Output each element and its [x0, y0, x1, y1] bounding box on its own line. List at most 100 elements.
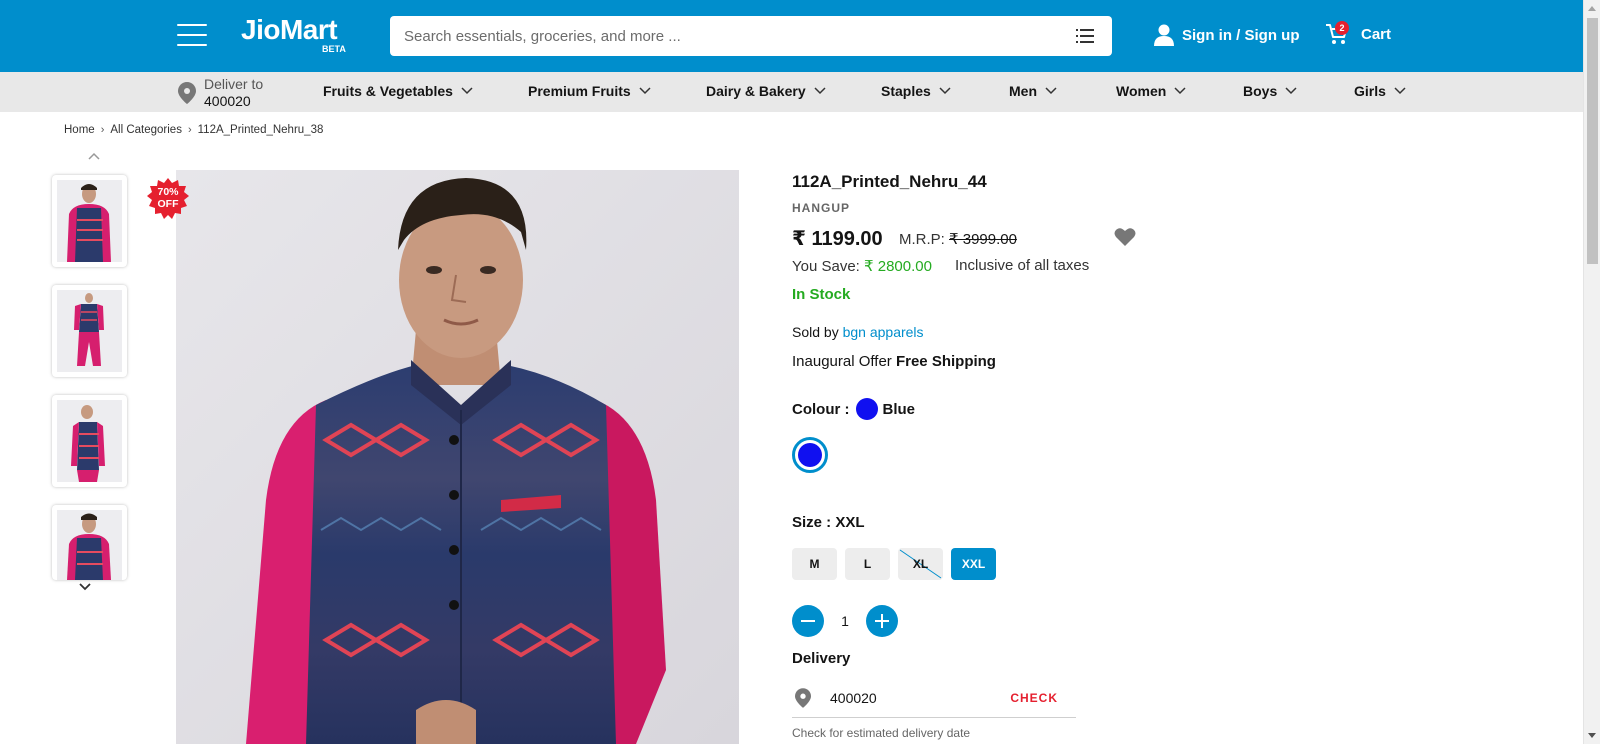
- scroll-up-arrow-icon[interactable]: [1588, 6, 1596, 11]
- nav-girls[interactable]: Girls: [1354, 83, 1406, 99]
- model-wearing-nehru-jacket-image: [176, 170, 739, 744]
- breadcrumb-current: 112A_Printed_Nehru_38: [197, 124, 324, 136]
- cart-button[interactable]: 2 Cart: [1325, 21, 1392, 46]
- nav-women[interactable]: Women: [1116, 83, 1186, 99]
- you-save-value: ₹ 2800.00: [864, 258, 932, 275]
- discount-badge: 70% OFF: [147, 178, 189, 220]
- size-option-xxl-selected[interactable]: XXL: [951, 548, 996, 580]
- location-pin-icon: [795, 688, 811, 708]
- product-thumbnail-1[interactable]: [52, 175, 127, 267]
- thumbnail-scroll-down-icon[interactable]: [79, 583, 91, 591]
- product-title: 112A_Printed_Nehru_44: [792, 172, 987, 191]
- stock-status: In Stock: [792, 286, 851, 303]
- offer-label: Inaugural Offer: [792, 353, 892, 370]
- list-icon[interactable]: [1076, 29, 1094, 43]
- colour-dot: [855, 398, 878, 420]
- chevron-down-icon: [461, 87, 473, 95]
- breadcrumb-all-categories[interactable]: All Categories: [110, 124, 182, 136]
- search-input[interactable]: [404, 16, 1044, 56]
- delivery-estimate-note: Check for estimated delivery date: [792, 726, 971, 740]
- check-pincode-button[interactable]: CHECK: [1010, 691, 1058, 705]
- size-label: Size : XXL: [792, 514, 865, 531]
- minus-icon: [801, 620, 815, 622]
- seller-link[interactable]: bgn apparels: [843, 324, 924, 340]
- cart-label: Cart: [1361, 25, 1392, 43]
- quantity-value: 1: [841, 613, 849, 629]
- model-thumbnail-image: [57, 180, 122, 262]
- thumbnail-scroll-up-icon[interactable]: [88, 152, 100, 160]
- top-header: JioMart BETA Sign in / Sign up 2 Cart: [0, 0, 1583, 72]
- nav-fruits-vegetables[interactable]: Fruits & Vegetables: [323, 83, 473, 99]
- breadcrumb-home[interactable]: Home: [64, 124, 95, 136]
- chevron-down-icon: [1285, 87, 1297, 95]
- mrp-label: M.R.P:: [899, 231, 945, 248]
- nav-label: Dairy & Bakery: [706, 83, 806, 99]
- hamburger-menu-icon[interactable]: [177, 24, 207, 46]
- sold-by: Sold by bgn apparels: [792, 324, 924, 340]
- product-price: ₹ 1199.00: [792, 228, 883, 250]
- offer-value: Free Shipping: [895, 353, 996, 370]
- chevron-down-icon: [1045, 87, 1057, 95]
- model-thumbnail-image: [57, 400, 122, 482]
- product-main-image[interactable]: [176, 170, 739, 744]
- mrp-value: ₹ 3999.00: [949, 231, 1017, 248]
- logo-beta-badge: BETA: [322, 44, 346, 54]
- colour-label: Colour :: [792, 400, 850, 418]
- search-box: [390, 16, 1112, 56]
- chevron-down-icon: [639, 87, 651, 95]
- nav-label: Men: [1009, 83, 1037, 99]
- you-save: You Save: ₹ 2800.00: [792, 257, 932, 275]
- colour-swatch-blue[interactable]: [792, 437, 828, 473]
- chevron-down-icon: [814, 87, 826, 95]
- sold-by-label: Sold by: [792, 324, 839, 340]
- size-option-m[interactable]: M: [792, 548, 837, 580]
- deliver-pincode: 400020: [204, 93, 251, 109]
- cart-count-badge: 2: [1335, 21, 1349, 35]
- nav-staples[interactable]: Staples: [881, 83, 951, 99]
- scrollbar-thumb[interactable]: [1587, 18, 1598, 264]
- product-thumbnail-2[interactable]: [52, 285, 127, 377]
- breadcrumb-separator: ›: [100, 124, 105, 136]
- delivery-pincode-row: CHECK: [792, 686, 1076, 718]
- wishlist-heart-icon[interactable]: [1114, 227, 1136, 247]
- size-option-xl-unavailable[interactable]: XL: [898, 548, 943, 580]
- nav-label: Staples: [881, 83, 931, 99]
- product-thumbnail-4[interactable]: [52, 505, 127, 580]
- you-save-label: You Save:: [792, 258, 860, 275]
- colour-value: Blue: [882, 400, 916, 418]
- size-label-xl: XL: [912, 557, 929, 571]
- chevron-down-icon: [1174, 87, 1186, 95]
- model-thumbnail-image: [57, 290, 122, 372]
- product-thumbnail-3[interactable]: [52, 395, 127, 487]
- delivery-pincode-input[interactable]: [830, 686, 980, 710]
- scroll-down-arrow-icon[interactable]: [1588, 733, 1596, 738]
- user-icon: [1154, 24, 1174, 46]
- jiomart-logo[interactable]: JioMart: [241, 14, 338, 46]
- deliver-to-location[interactable]: Deliver to 400020: [178, 76, 263, 110]
- nav-label: Girls: [1354, 83, 1386, 99]
- sign-in-label: Sign in / Sign up: [1182, 26, 1300, 44]
- quantity-increase-button[interactable]: [866, 605, 898, 637]
- nav-men[interactable]: Men: [1009, 83, 1057, 99]
- breadcrumb-separator: ›: [187, 124, 192, 136]
- nav-label: Premium Fruits: [528, 83, 631, 99]
- swatch-fill: [798, 443, 822, 467]
- plus-icon: [875, 614, 889, 628]
- category-nav: Deliver to 400020 Fruits & Vegetables Pr…: [0, 72, 1583, 112]
- nav-premium-fruits[interactable]: Premium Fruits: [528, 83, 651, 99]
- chevron-down-icon: [1394, 87, 1406, 95]
- sign-in-link[interactable]: Sign in / Sign up: [1154, 24, 1300, 46]
- location-pin-icon: [178, 82, 196, 104]
- product-brand[interactable]: HANGUP: [792, 201, 850, 215]
- model-thumbnail-image: [57, 510, 122, 580]
- inaugural-offer: Inaugural Offer Free Shipping: [792, 353, 996, 370]
- chevron-down-icon: [939, 87, 951, 95]
- nav-dairy-bakery[interactable]: Dairy & Bakery: [706, 83, 826, 99]
- breadcrumb: Home › All Categories › 112A_Printed_Neh…: [64, 124, 323, 136]
- quantity-decrease-button[interactable]: [792, 605, 824, 637]
- page-scrollbar[interactable]: [1583, 0, 1600, 744]
- size-option-l[interactable]: L: [845, 548, 890, 580]
- product-mrp: M.R.P: ₹ 3999.00: [899, 230, 1017, 248]
- nav-label: Boys: [1243, 83, 1278, 99]
- nav-boys[interactable]: Boys: [1243, 83, 1297, 99]
